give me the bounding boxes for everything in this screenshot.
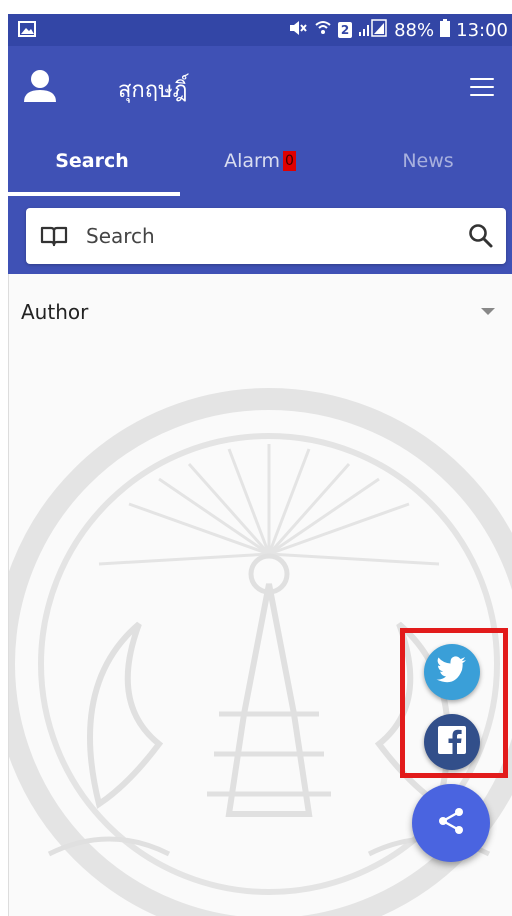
tab-news-label: News — [402, 150, 454, 172]
tab-bar: Search Alarm 0 News — [8, 126, 512, 196]
mute-icon — [288, 19, 308, 42]
tab-alarm-label: Alarm — [224, 150, 280, 172]
tab-search[interactable]: Search — [8, 126, 176, 196]
book-icon — [40, 225, 68, 251]
share-icon — [436, 806, 466, 840]
tab-alarm[interactable]: Alarm 0 — [176, 126, 344, 196]
app-bar: สุกฤษฎิ์ — [8, 46, 512, 126]
author-dropdown-label: Author — [21, 300, 89, 324]
person-icon[interactable] — [22, 68, 58, 108]
sim-slot-badge: 2 — [338, 22, 353, 38]
tab-news[interactable]: News — [344, 126, 512, 196]
dropdown-caret-icon — [481, 308, 495, 315]
wifi-icon — [314, 19, 332, 42]
twitter-share-button[interactable] — [424, 644, 480, 700]
app-title: สุกฤษฎิ์ — [118, 78, 188, 103]
status-icons: 2 88% 13:00 — [288, 14, 508, 46]
app-screen: 2 88% 13:00 สุกฤษฎิ์ Search Alarm 0 News… — [0, 0, 512, 916]
facebook-share-button[interactable] — [424, 714, 480, 770]
signal-icon — [358, 18, 388, 42]
battery-percent: 88% — [394, 19, 435, 41]
author-dropdown[interactable]: Author — [9, 294, 512, 334]
twitter-icon — [436, 656, 468, 688]
tab-search-label: Search — [55, 150, 129, 172]
share-fab-button[interactable] — [412, 784, 490, 862]
battery-icon — [440, 18, 451, 42]
search-bar — [26, 208, 506, 264]
clock: 13:00 — [456, 19, 508, 41]
search-input[interactable] — [84, 218, 448, 254]
search-section — [8, 196, 512, 274]
search-icon[interactable] — [468, 223, 494, 253]
facebook-icon — [437, 725, 467, 759]
alarm-count-badge: 0 — [282, 151, 296, 171]
hamburger-menu-icon[interactable] — [470, 78, 494, 96]
status-bar: 2 88% 13:00 — [8, 14, 512, 46]
gallery-icon — [18, 21, 36, 41]
